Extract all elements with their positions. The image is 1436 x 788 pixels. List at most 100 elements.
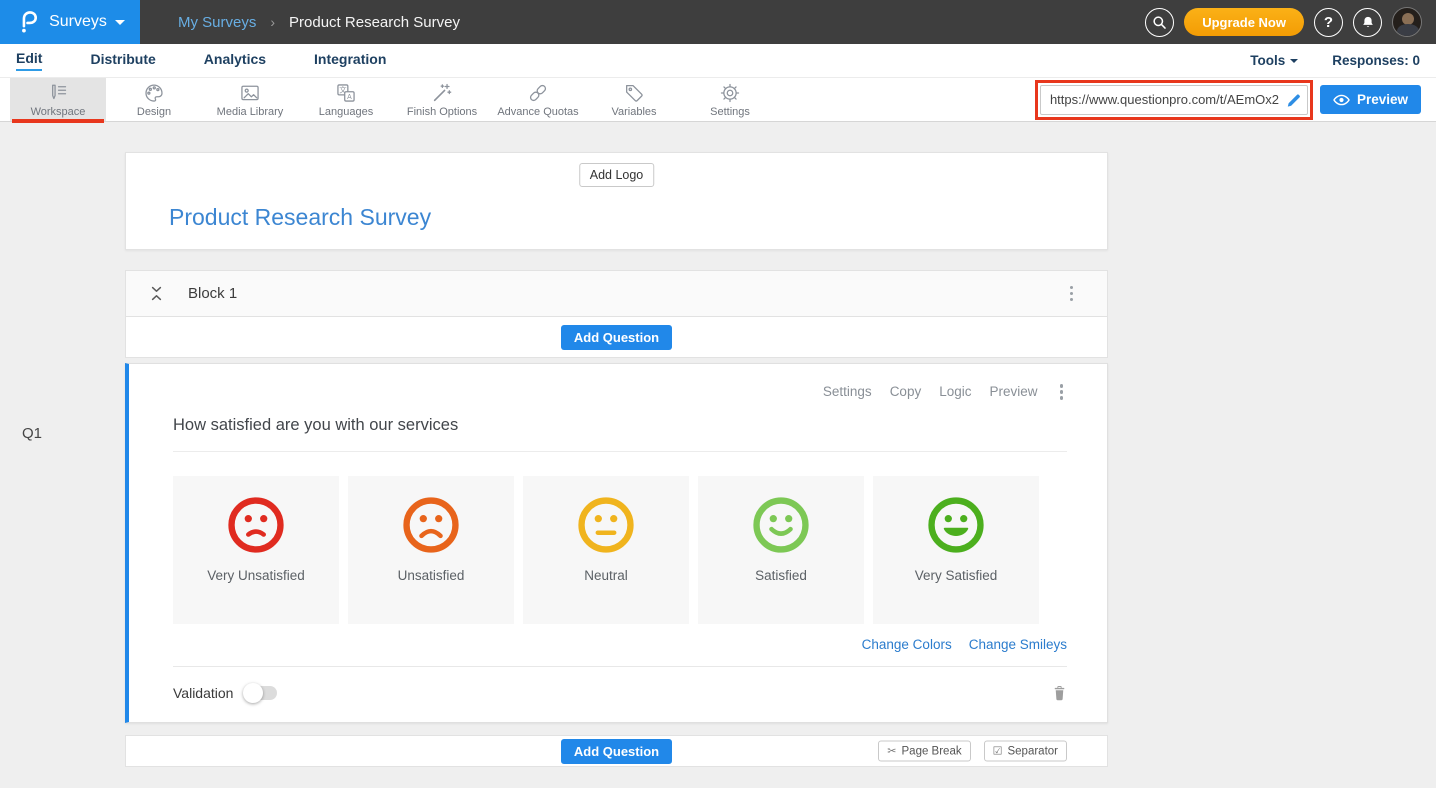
scissors-icon: ✂ xyxy=(887,745,896,758)
neutral-smiley-icon xyxy=(577,496,635,554)
tab-integration[interactable]: Integration xyxy=(314,51,386,70)
toolbar-item-settings[interactable]: Settings xyxy=(682,78,778,121)
tab-distribute[interactable]: Distribute xyxy=(90,51,155,70)
magic-wand-icon xyxy=(431,82,453,104)
trash-icon xyxy=(1052,684,1067,702)
workspace-canvas: Q1 Add Logo Product Research Survey Bloc… xyxy=(0,122,1436,767)
question-number-label: Q1 xyxy=(22,425,42,442)
tools-dropdown[interactable]: Tools xyxy=(1250,53,1298,68)
preview-label: Preview xyxy=(1357,92,1408,107)
validation-toggle[interactable] xyxy=(245,686,277,700)
section-tabs: Edit Distribute Analytics Integration To… xyxy=(0,44,1436,77)
smiley-option-label: Neutral xyxy=(584,568,628,583)
question-footer-row: Validation xyxy=(173,666,1067,720)
help-button[interactable]: ? xyxy=(1314,8,1343,37)
smiley-options-row: Very Unsatisfied Unsatisfied xyxy=(173,476,1067,624)
very-unsatisfied-smiley-icon xyxy=(227,496,285,554)
toolbar-item-label: Advance Quotas xyxy=(497,106,578,118)
search-button[interactable] xyxy=(1145,8,1174,37)
bell-icon xyxy=(1360,14,1376,31)
survey-header-card: Add Logo Product Research Survey xyxy=(125,152,1108,250)
toolbar-item-label: Variables xyxy=(611,106,656,118)
app-menu-label: Surveys xyxy=(49,13,107,31)
question-mark-icon: ? xyxy=(1324,14,1333,31)
toolbar-item-design[interactable]: Design xyxy=(106,78,202,121)
chain-link-icon xyxy=(527,82,549,104)
image-icon xyxy=(239,82,261,104)
page-break-label: Page Break xyxy=(902,745,962,757)
validation-label: Validation xyxy=(173,685,233,701)
question-title[interactable]: How satisfied are you with our services xyxy=(173,416,1067,452)
delete-question-button[interactable] xyxy=(1052,684,1067,702)
smiley-option-neutral[interactable]: Neutral xyxy=(523,476,689,624)
toolbar-item-workspace[interactable]: Workspace xyxy=(10,78,106,121)
survey-link-field-wrap xyxy=(1040,85,1308,115)
change-smileys-link[interactable]: Change Smileys xyxy=(969,637,1067,652)
preview-button[interactable]: Preview xyxy=(1320,85,1421,114)
toolbar-item-label: Languages xyxy=(319,106,373,118)
user-avatar[interactable] xyxy=(1392,7,1422,37)
smiley-option-satisfied[interactable]: Satisfied xyxy=(698,476,864,624)
unsatisfied-smiley-icon xyxy=(402,496,460,554)
tools-label: Tools xyxy=(1250,53,1285,68)
page-break-button[interactable]: ✂ Page Break xyxy=(878,741,970,762)
tab-analytics[interactable]: Analytics xyxy=(204,51,266,70)
block-1-section: Block 1 Add Question Settings Copy Logic… xyxy=(125,270,1108,767)
question-preview-link[interactable]: Preview xyxy=(989,384,1037,399)
question-logic-link[interactable]: Logic xyxy=(939,384,971,399)
workspace-pencil-icon xyxy=(47,82,69,104)
question-menu-kebab-icon[interactable] xyxy=(1056,380,1068,404)
breadcrumb: My Surveys › Product Research Survey xyxy=(178,14,460,31)
breadcrumb-current-survey: Product Research Survey xyxy=(289,14,460,31)
toolbar-item-finish-options[interactable]: Finish Options xyxy=(394,78,490,121)
smiley-option-unsatisfied[interactable]: Unsatisfied xyxy=(348,476,514,624)
smiley-option-very-unsatisfied[interactable]: Very Unsatisfied xyxy=(173,476,339,624)
chevron-down-icon xyxy=(115,20,125,25)
smiley-option-label: Satisfied xyxy=(755,568,807,583)
question-settings-link[interactable]: Settings xyxy=(823,384,872,399)
survey-title[interactable]: Product Research Survey xyxy=(169,204,431,231)
block-header: Block 1 xyxy=(125,270,1108,317)
surveys-app-menu[interactable]: Surveys xyxy=(0,0,140,44)
satisfied-smiley-icon xyxy=(752,496,810,554)
question-action-menu: Settings Copy Logic Preview xyxy=(173,380,1067,404)
add-logo-button[interactable]: Add Logo xyxy=(579,163,655,187)
smiley-option-very-satisfied[interactable]: Very Satisfied xyxy=(873,476,1039,624)
question-card-q1: Settings Copy Logic Preview How satisfie… xyxy=(125,363,1108,723)
smiley-option-label: Very Unsatisfied xyxy=(207,568,305,583)
toolbar-item-label: Workspace xyxy=(31,106,86,118)
pencil-icon[interactable] xyxy=(1286,93,1301,108)
breadcrumb-my-surveys[interactable]: My Surveys xyxy=(178,14,256,31)
add-question-button-top[interactable]: Add Question xyxy=(561,325,672,350)
smiley-option-label: Very Satisfied xyxy=(915,568,998,583)
notifications-button[interactable] xyxy=(1353,8,1382,37)
translate-icon: 文 A xyxy=(335,82,357,104)
toolbar-item-label: Settings xyxy=(710,106,750,118)
separator-button[interactable]: ☑ Separator xyxy=(984,741,1067,762)
upgrade-now-button[interactable]: Upgrade Now xyxy=(1184,8,1304,36)
question-copy-link[interactable]: Copy xyxy=(890,384,922,399)
toolbar-item-advance-quotas[interactable]: Advance Quotas xyxy=(490,78,586,121)
separator-label: Separator xyxy=(1007,745,1058,757)
block-footer-strip: Add Question ✂ Page Break ☑ Separator xyxy=(125,735,1108,767)
topbar-actions: Upgrade Now ? xyxy=(1145,7,1436,37)
collapse-block-icon[interactable] xyxy=(149,286,164,301)
change-colors-link[interactable]: Change Colors xyxy=(862,637,952,652)
very-satisfied-smiley-icon xyxy=(927,496,985,554)
search-icon xyxy=(1151,14,1168,31)
toolbar-item-label: Finish Options xyxy=(407,106,477,118)
smiley-customize-links: Change Colors Change Smileys xyxy=(173,637,1067,652)
block-label[interactable]: Block 1 xyxy=(188,285,237,302)
toolbar-item-media-library[interactable]: Media Library xyxy=(202,78,298,121)
toolbar-item-label: Media Library xyxy=(217,106,284,118)
tab-edit[interactable]: Edit xyxy=(16,50,42,71)
add-question-button-bottom[interactable]: Add Question xyxy=(561,739,672,764)
checkbox-checked-icon: ☑ xyxy=(993,745,1003,758)
breadcrumb-separator: › xyxy=(270,14,275,30)
block-menu-kebab-icon[interactable] xyxy=(1066,282,1078,306)
toolbar-item-variables[interactable]: Variables xyxy=(586,78,682,121)
eye-icon xyxy=(1333,94,1350,106)
survey-link-input[interactable] xyxy=(1040,85,1308,115)
svg-text:A: A xyxy=(347,94,352,101)
toolbar-item-languages[interactable]: 文 A Languages xyxy=(298,78,394,121)
